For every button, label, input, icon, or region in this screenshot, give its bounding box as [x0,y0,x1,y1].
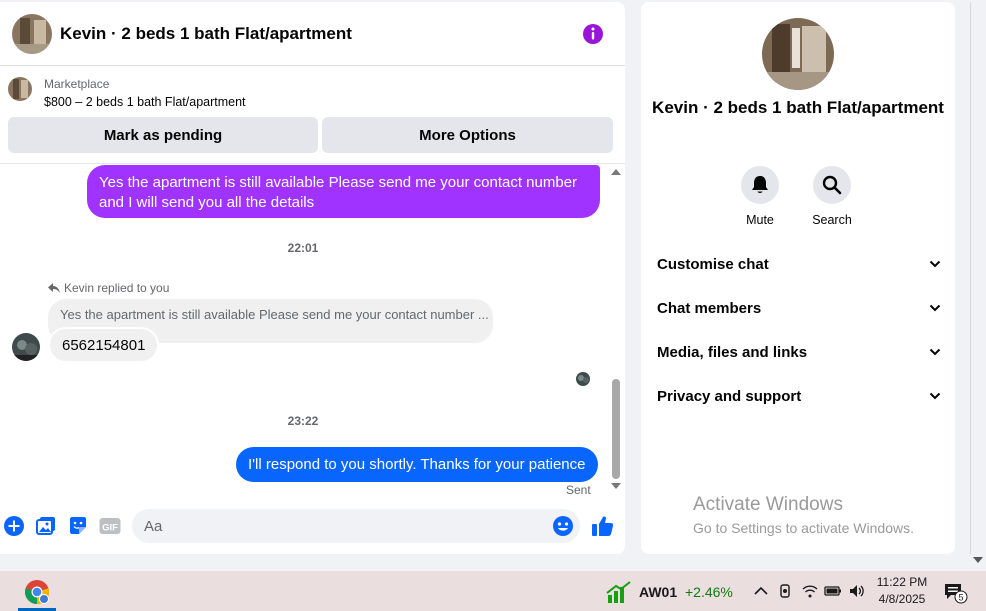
conversation-info-panel: Kevin · 2 beds 1 bath Flat/apartment Mut… [641,2,955,554]
notification-count: 5 [958,593,963,603]
seen-avatar [576,372,590,386]
message-input[interactable] [132,509,580,543]
search-label: Search [812,213,852,227]
reply-note-text: Kevin replied to you [64,281,170,295]
chat-header: Kevin · 2 beds 1 bath Flat/apartment [0,2,625,66]
listing-thumbnail [8,77,32,101]
chat-title[interactable]: Kevin · 2 beds 1 bath Flat/apartment [60,24,352,44]
incoming-message[interactable]: 6562154801 [48,327,160,363]
reply-note: Kevin replied to you [48,281,169,295]
page-scrollbar-track[interactable] [970,2,971,554]
sender-avatar[interactable] [12,333,40,361]
timestamp: 22:01 [287,241,319,255]
reply-icon [48,283,60,293]
thumbs-up-icon[interactable] [591,514,615,538]
customise-chat-section[interactable]: Customise chat [657,252,941,276]
sent-status: Sent [566,483,591,497]
chevron-down-icon[interactable] [929,346,941,358]
windows-taskbar: AW01 +2.46% 11:22 PM 4/8/2025 5 [0,571,986,611]
section-label: Customise chat [657,255,769,273]
bell-icon[interactable] [741,166,779,204]
composer: GIF [0,502,625,550]
info-icon[interactable] [582,23,604,45]
chrome-icon[interactable] [24,579,50,605]
page-scroll-down-arrow-icon[interactable] [973,557,983,563]
outgoing-message[interactable]: I'll respond to you shortly. Thanks for … [236,447,598,482]
gif-label: GIF [102,523,118,534]
listing-price[interactable]: $800 – 2 beds 1 bath Flat/apartment [44,95,246,109]
media-files-links-section[interactable]: Media, files and links [657,340,941,364]
photo-icon[interactable] [36,516,56,536]
listing-photo[interactable] [762,18,834,90]
scroll-up-arrow-icon[interactable] [611,169,621,175]
gif-icon[interactable]: GIF [99,516,121,536]
search-button[interactable]: Search [802,166,862,227]
listing-avatar[interactable] [12,14,52,54]
marketplace-bar: Marketplace $800 – 2 beds 1 bath Flat/ap… [0,67,625,164]
system-clock[interactable]: 11:22 PM 4/8/2025 [872,574,932,608]
section-label: Media, files and links [657,343,808,361]
watermark-title: Activate Windows [693,494,843,515]
stock-chart-icon[interactable] [606,581,632,603]
stock-change[interactable]: +2.46% [685,584,733,600]
activate-windows-watermark: Activate Windows Go to Settings to activ… [693,494,914,536]
plus-icon[interactable] [4,516,24,536]
battery-icon[interactable] [824,583,842,599]
mark-as-pending-button[interactable]: Mark as pending [8,117,318,153]
message-scrollbar[interactable] [610,165,622,495]
search-icon[interactable] [813,166,851,204]
clock-time: 11:22 PM [876,575,928,589]
chat-panel: Kevin · 2 beds 1 bath Flat/apartment Mar… [0,2,625,554]
mute-button[interactable]: Mute [730,166,790,227]
chevron-down-icon[interactable] [929,390,941,402]
privacy-support-section[interactable]: Privacy and support [657,384,941,408]
section-label: Chat members [657,299,762,317]
message-list: Yes the apartment is still available Ple… [0,165,625,500]
timestamp: 23:22 [287,414,319,428]
stock-ticker[interactable]: AW01 [639,584,677,600]
outgoing-message[interactable]: Yes the apartment is still available Ple… [87,165,600,218]
chat-members-section[interactable]: Chat members [657,296,941,320]
scroll-thumb[interactable] [612,379,620,479]
volume-icon[interactable] [848,583,866,599]
emoji-icon[interactable] [552,515,574,537]
scroll-down-arrow-icon[interactable] [611,483,621,489]
more-options-button[interactable]: More Options [322,117,613,153]
conversation-name: Kevin · 2 beds 1 bath Flat/apartment [652,98,944,117]
chevron-down-icon[interactable] [929,258,941,270]
marketplace-label: Marketplace [44,77,110,91]
notification-center-icon[interactable]: 5 [944,582,970,604]
mute-label: Mute [746,213,774,227]
chevron-up-icon[interactable] [752,583,770,599]
section-label: Privacy and support [657,387,802,405]
chevron-down-icon[interactable] [929,302,941,314]
meet-now-icon[interactable] [776,583,794,599]
wifi-icon[interactable] [801,583,819,599]
sticker-icon[interactable] [68,516,88,536]
clock-date: 4/8/2025 [878,592,926,606]
watermark-subtitle: Go to Settings to activate Windows. [693,520,914,536]
